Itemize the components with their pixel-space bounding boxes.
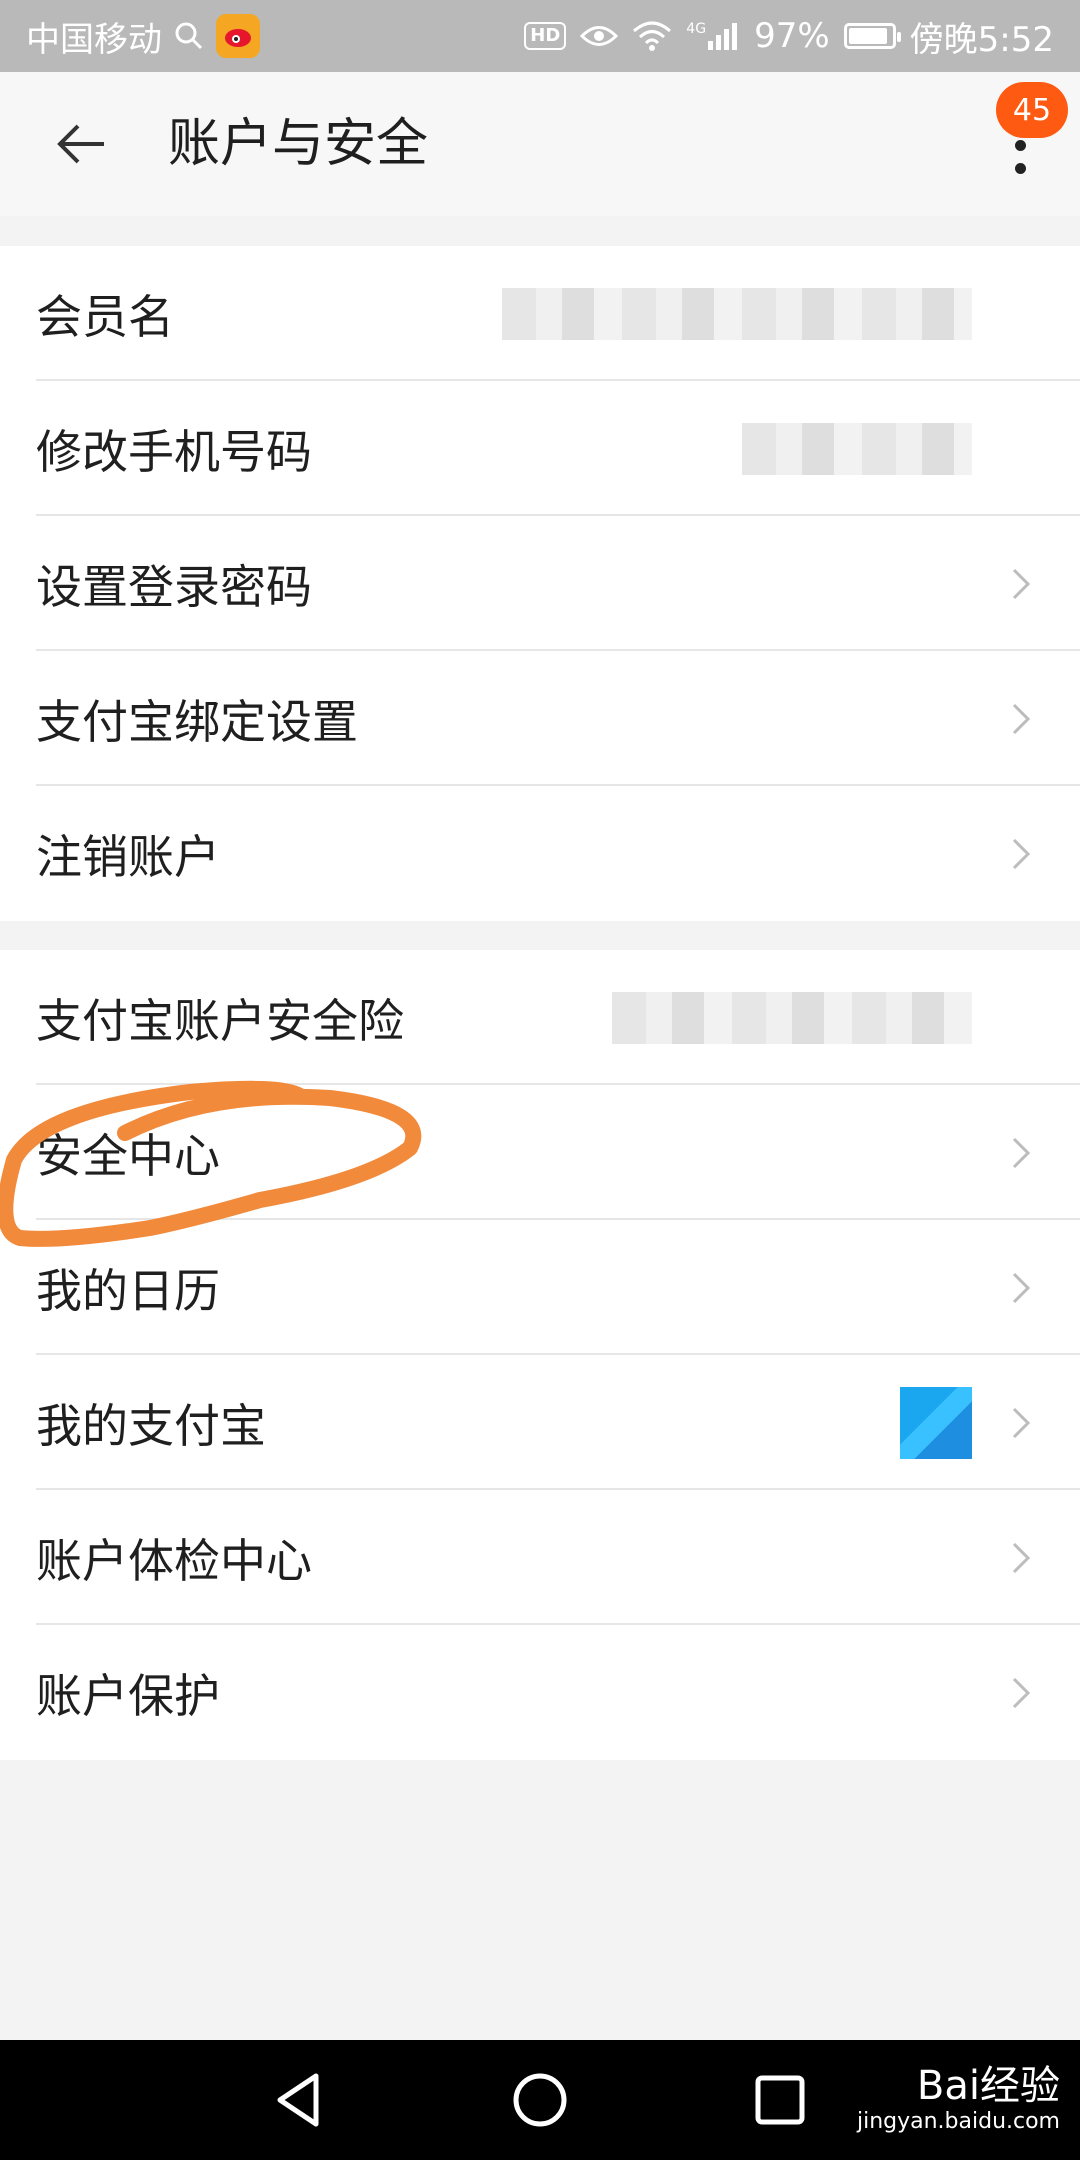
list-item-account-protection[interactable]: 账户保护 (0, 1625, 1080, 1760)
nav-recent-button[interactable] (742, 2062, 818, 2138)
nav-recent-icon (755, 2075, 805, 2125)
list-item-change-phone[interactable]: 修改手机号码 (0, 381, 1080, 516)
account-settings-group: 会员名 修改手机号码 设置登录密码 支付宝绑定设置 注销账户 (0, 246, 1080, 921)
back-button[interactable] (50, 112, 114, 176)
chevron-right-icon (1012, 1407, 1031, 1438)
list-item-label: 我的日历 (36, 1263, 220, 1318)
list-item-member-name[interactable]: 会员名 (0, 246, 1080, 381)
list-item-label: 设置登录密码 (36, 559, 312, 614)
wifi-icon (632, 21, 672, 51)
chevron-right-icon (1012, 838, 1031, 869)
list-item-alipay-binding[interactable]: 支付宝绑定设置 (0, 651, 1080, 786)
list-item-account-checkup[interactable]: 账户体检中心 (0, 1490, 1080, 1625)
status-bar: 中国移动 HD 4G 97% 傍晚5:52 (0, 0, 1080, 72)
watermark-brand: Bai经验 (916, 2063, 1060, 2109)
list-item-alipay-insurance[interactable]: 支付宝账户安全险 (0, 950, 1080, 1085)
list-item-login-password[interactable]: 设置登录密码 (0, 516, 1080, 651)
blurred-value (502, 287, 972, 340)
back-arrow-icon (57, 124, 104, 164)
eye-icon (580, 23, 619, 49)
chevron-right-icon (1012, 1272, 1031, 1303)
chevron-right-icon (1012, 1137, 1031, 1168)
chevron-right-icon (1012, 1542, 1031, 1573)
list-item-label: 支付宝账户安全险 (36, 993, 404, 1048)
nav-home-icon (513, 2073, 567, 2127)
battery-percent: 97% (754, 16, 830, 56)
more-vertical-icon (1014, 140, 1026, 151)
list-item-label: 我的支付宝 (36, 1398, 266, 1453)
watermark-url: jingyan.baidu.com (856, 2109, 1060, 2134)
baidu-jingyan-watermark: Bai经验 jingyan.baidu.com (857, 2040, 1060, 2160)
list-item-security-center[interactable]: 安全中心 (0, 1085, 1080, 1220)
list-item-my-alipay[interactable]: 我的支付宝 (0, 1355, 1080, 1490)
page-title: 账户与安全 (168, 114, 429, 174)
app-header: 账户与安全 45 (0, 72, 1080, 216)
list-item-label: 注销账户 (36, 829, 220, 884)
nav-home-button[interactable] (502, 2062, 578, 2138)
list-item-label: 会员名 (36, 289, 174, 344)
security-group: 支付宝账户安全险 安全中心 我的日历 我的支付宝 账户体检中心 账户保护 (0, 950, 1080, 1760)
list-item-label: 账户保护 (36, 1668, 220, 1723)
list-item-label: 支付宝绑定设置 (36, 694, 358, 749)
signal-icon: 4G (686, 21, 740, 51)
chevron-right-icon (1012, 568, 1031, 599)
nav-back-button[interactable] (262, 2062, 338, 2138)
list-item-my-calendar[interactable]: 我的日历 (0, 1220, 1080, 1355)
search-icon (174, 21, 204, 51)
hd-icon: HD (524, 22, 567, 50)
network-type: 4G (686, 21, 707, 37)
clock: 傍晚5:52 (909, 19, 1054, 60)
battery-icon (843, 23, 901, 49)
list-item-label: 修改手机号码 (36, 424, 312, 479)
list-item-cancel-account[interactable]: 注销账户 (0, 786, 1080, 921)
list-item-label: 安全中心 (36, 1128, 220, 1183)
blurred-value (612, 991, 972, 1044)
notification-badge: 45 (996, 82, 1068, 138)
blurred-value (742, 422, 972, 475)
chevron-right-icon (1012, 703, 1031, 734)
list-item-label: 账户体检中心 (36, 1533, 312, 1588)
alipay-avatar-icon (900, 1386, 972, 1459)
nav-back-icon (277, 2073, 319, 2127)
weibo-icon (216, 14, 260, 58)
chevron-right-icon (1012, 1677, 1031, 1708)
battery-fill (848, 28, 887, 44)
carrier-label: 中国移动 (26, 19, 162, 60)
